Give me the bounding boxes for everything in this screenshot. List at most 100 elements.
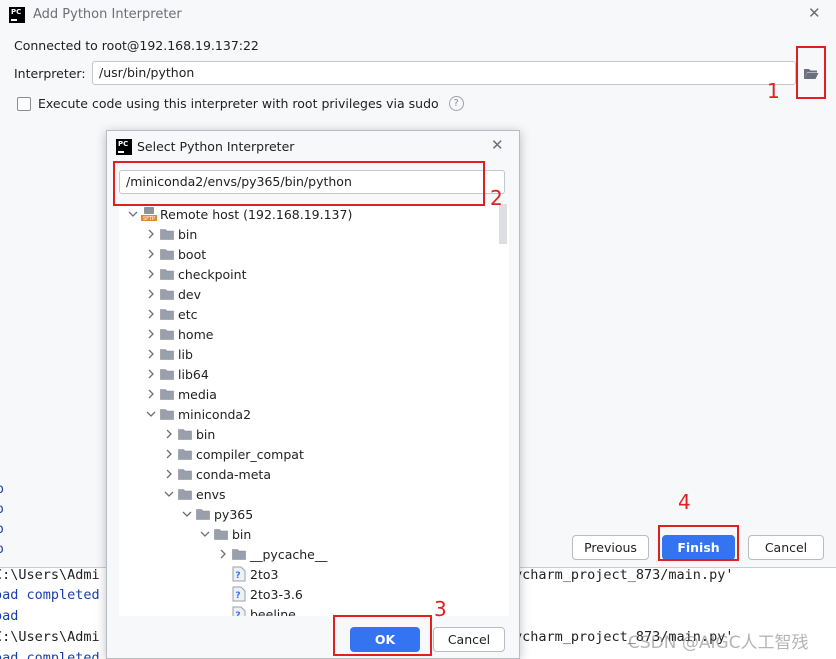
folder-icon	[177, 464, 193, 484]
chevron-right-icon[interactable]	[143, 304, 159, 324]
folder-icon	[231, 544, 247, 564]
chevron-right-icon[interactable]	[215, 544, 231, 564]
tree-row-label: home	[178, 326, 214, 342]
tree-row-label: conda-meta	[196, 466, 271, 482]
tree-row-label: media	[178, 386, 217, 402]
console-line: oad	[0, 608, 19, 624]
tree-row[interactable]: lib64	[119, 364, 209, 384]
tree-row[interactable]: __pycache__	[119, 544, 327, 564]
annotation-box-3	[333, 615, 432, 656]
tree-row-label: lib64	[178, 366, 209, 382]
svg-text:?: ?	[235, 611, 240, 616]
close-icon[interactable]: ✕	[808, 4, 821, 22]
tree-row-label: Remote host (192.168.19.137)	[160, 206, 353, 222]
chevron-right-icon[interactable]	[143, 324, 159, 344]
folder-icon	[213, 524, 229, 544]
tree-row[interactable]: boot	[119, 244, 206, 264]
interpreter-path-input[interactable]: /usr/bin/python	[92, 61, 796, 85]
folder-icon	[159, 384, 175, 404]
console-fragment: o	[0, 522, 4, 537]
console-line: C:\Users\Admi	[0, 629, 100, 645]
tree-row-label: boot	[178, 246, 207, 262]
select-python-interpreter-dialog: PC Select Python Interpreter ✕ /minicond…	[106, 130, 520, 659]
tree-row[interactable]: bin	[119, 524, 251, 544]
tree-row-label: lib	[178, 346, 193, 362]
chevron-right-icon[interactable]	[143, 244, 159, 264]
tree-row[interactable]: dev	[119, 284, 201, 304]
tree-row[interactable]: py365	[119, 504, 253, 524]
tree-row[interactable]: home	[119, 324, 213, 344]
chevron-right-icon[interactable]	[143, 284, 159, 304]
unknown-file-icon: ?	[231, 584, 247, 604]
tree-row-label: bin	[196, 426, 216, 442]
tree-row-label: bin	[178, 226, 198, 242]
folder-icon	[177, 484, 193, 504]
folder-icon	[159, 344, 175, 364]
cancel-button[interactable]: Cancel	[748, 535, 824, 560]
tree-scrollbar[interactable]	[499, 204, 507, 244]
cancel-button[interactable]: Cancel	[433, 627, 505, 652]
chevron-down-icon[interactable]	[179, 504, 195, 524]
tree-row[interactable]: lib	[119, 344, 193, 364]
title-bar: PC Add Python Interpreter ✕	[0, 0, 836, 30]
tree-row[interactable]: bin	[119, 424, 215, 444]
tree-row[interactable]: conda-meta	[119, 464, 271, 484]
chevron-right-icon[interactable]	[143, 224, 159, 244]
unknown-file-icon: ?	[231, 564, 247, 584]
chevron-right-icon[interactable]	[161, 464, 177, 484]
tree-row-label: compiler_compat	[196, 446, 304, 462]
chevron-down-icon[interactable]	[143, 404, 159, 424]
annotation-number-1: 1	[767, 79, 780, 103]
tree-row-label: __pycache__	[250, 546, 328, 562]
tree-row[interactable]: miniconda2	[119, 404, 251, 424]
close-icon[interactable]: ✕	[491, 136, 504, 154]
tree-row-label: py365	[214, 506, 254, 522]
tree-row[interactable]: SFTP Remote host (192.168.19.137)	[119, 204, 352, 224]
chevron-right-icon[interactable]	[143, 384, 159, 404]
chevron-right-icon[interactable]	[143, 364, 159, 384]
tree-row[interactable]: compiler_compat	[119, 444, 304, 464]
chevron-down-icon[interactable]	[125, 204, 141, 224]
console-fragment: b	[0, 482, 4, 497]
tree-row[interactable]: etc	[119, 304, 197, 324]
chevron-right-icon[interactable]	[143, 344, 159, 364]
tree-row-label: miniconda2	[178, 406, 252, 422]
tree-row[interactable]: ? beeline	[119, 604, 296, 616]
tree-row[interactable]: bin	[119, 224, 197, 244]
chevron-right-icon[interactable]	[143, 264, 159, 284]
tree-row[interactable]: checkpoint	[119, 264, 246, 284]
chevron-right-icon[interactable]	[161, 424, 177, 444]
folder-icon	[177, 424, 193, 444]
file-tree[interactable]: SFTP Remote host (192.168.19.137) bin boot c…	[119, 204, 509, 616]
annotation-box-4	[658, 525, 739, 561]
console-fragment: o	[0, 542, 4, 557]
folder-icon	[195, 504, 211, 524]
tree-row[interactable]: envs	[119, 484, 226, 504]
chevron-down-icon[interactable]	[161, 484, 177, 504]
folder-icon	[159, 224, 175, 244]
previous-button[interactable]: Previous	[572, 535, 649, 560]
annotation-number-2: 2	[490, 186, 503, 210]
console-fragment: o	[0, 502, 4, 517]
sudo-checkbox[interactable]	[17, 96, 31, 111]
unknown-file-icon: ?	[231, 604, 247, 616]
tree-row-label: beeline	[250, 606, 296, 617]
tree-row[interactable]: ? 2to3	[119, 564, 278, 584]
help-icon[interactable]: ?	[448, 96, 464, 111]
tree-row-label: etc	[178, 306, 198, 322]
connection-status: Connected to root@192.168.19.137:22	[14, 38, 259, 53]
folder-icon	[159, 284, 175, 304]
chevron-down-icon[interactable]	[197, 524, 213, 544]
folder-icon	[159, 244, 175, 264]
console-line-fragment: ycharm_project_873/main.py'	[514, 568, 734, 583]
tree-row-label: 2to3	[250, 566, 279, 582]
console-line: C:\Users\Admi	[0, 568, 100, 583]
tree-row[interactable]: media	[119, 384, 217, 404]
tree-row-label: envs	[196, 486, 226, 502]
annotation-number-4: 4	[678, 490, 691, 514]
dialog-title: Select Python Interpreter	[137, 139, 295, 154]
folder-icon	[159, 364, 175, 384]
tree-row[interactable]: ? 2to3-3.6	[119, 584, 303, 604]
chevron-right-icon[interactable]	[161, 444, 177, 464]
